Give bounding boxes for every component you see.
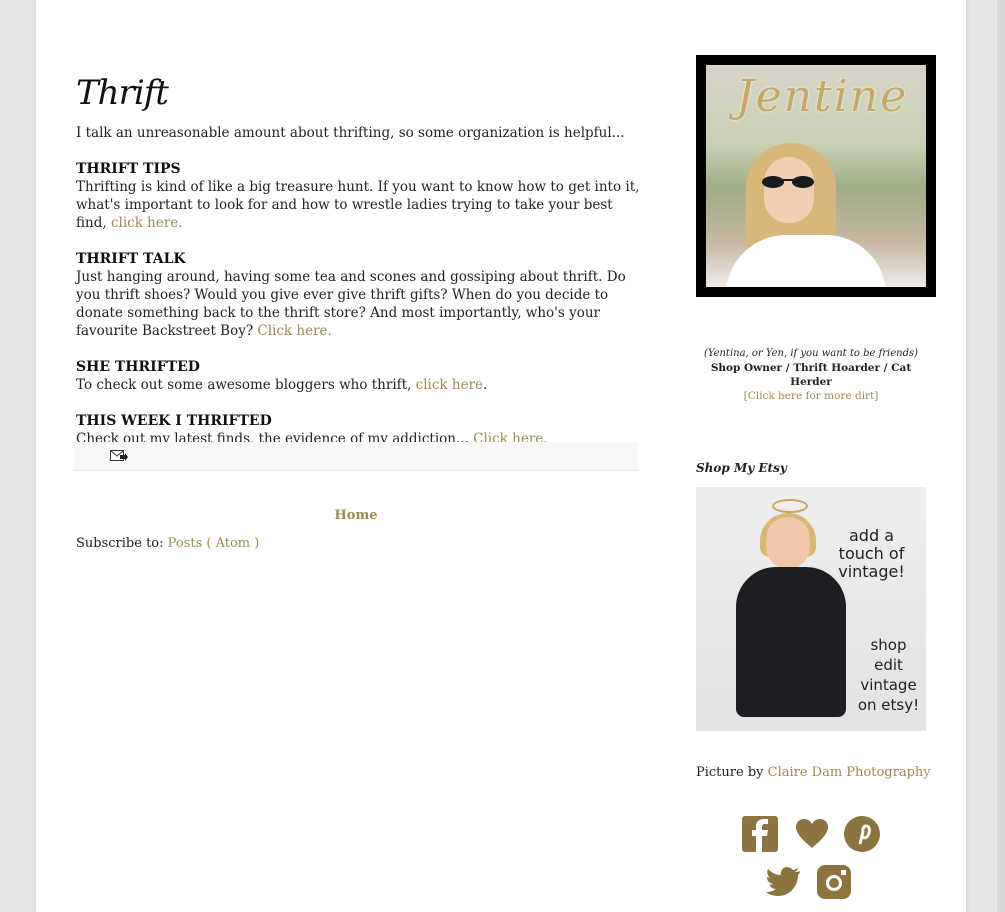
photographer-link[interactable]: Claire Dam Photography	[768, 765, 931, 780]
section-heading: THRIFT TIPS	[76, 161, 181, 177]
subscribe-label: Subscribe to:	[76, 536, 168, 551]
etsy-tagline: add a touch of vintage!	[838, 526, 905, 581]
sidebar: Jentine (Yentina, or Yen, if you want to…	[696, 55, 938, 780]
profile-roles: Shop Owner / Thrift Hoarder / Cat Herder	[710, 362, 912, 388]
profile-caption: (Yentina, or Yen, if you want to be frie…	[696, 347, 926, 403]
section-body: Just hanging around, having some tea and…	[76, 269, 626, 339]
instagram-icon[interactable]	[814, 862, 854, 902]
subscribe-line: Subscribe to: Posts ( Atom )	[76, 536, 259, 551]
photo-credit: Picture by Claire Dam Photography	[696, 765, 938, 780]
thrift-talk-link[interactable]: Click here.	[257, 323, 331, 339]
post-body: Thrift I talk an unreasonable amount abo…	[76, 70, 641, 466]
profile-signature: Jentine	[736, 71, 909, 122]
section-text: Just hanging around, having some tea and…	[76, 268, 641, 340]
home-link-wrap: Home	[74, 508, 638, 523]
twitter-icon[interactable]	[764, 862, 804, 902]
section-heading: SHE THRIFTED	[76, 359, 200, 375]
section-after: .	[483, 377, 488, 393]
home-link[interactable]: Home	[335, 508, 378, 523]
email-post-icon[interactable]	[110, 450, 128, 463]
model-head	[766, 517, 810, 569]
subscribe-atom-link[interactable]: Posts ( Atom )	[168, 536, 260, 551]
vintage-coat	[736, 567, 846, 717]
section-thrift-talk: THRIFT TALK Just hanging around, having …	[76, 250, 641, 340]
etsy-shop-banner[interactable]: add a touch of vintage! shop edit vintag…	[696, 487, 926, 731]
more-dirt-link[interactable]: [Click here for more dirt]	[744, 390, 879, 402]
post-footer	[74, 442, 638, 471]
section-text: Thrifting is kind of like a big treasure…	[76, 178, 641, 232]
section-heading: THIS WEEK I THRIFTED	[76, 413, 272, 429]
scrollbar[interactable]	[997, 0, 1005, 912]
etsy-widget-title: Shop My Etsy	[696, 461, 787, 475]
profile-photo: Jentine	[706, 65, 926, 287]
bloglovin-heart-icon[interactable]	[792, 814, 832, 854]
she-thrifted-link[interactable]: click here	[416, 377, 483, 393]
credit-label: Picture by	[696, 765, 768, 780]
section-body: To check out some awesome bloggers who t…	[76, 377, 416, 393]
facebook-icon[interactable]	[740, 814, 780, 854]
intro-text: I talk an unreasonable amount about thri…	[76, 125, 625, 141]
profile-nickname: (Yentina, or Yen, if you want to be frie…	[703, 348, 919, 359]
halo-shape	[772, 499, 808, 513]
section-she-thrifted: SHE THRIFTED To check out some awesome b…	[76, 358, 641, 394]
etsy-shop-text: shop edit vintage on etsy!	[857, 636, 920, 714]
profile-face	[764, 157, 814, 223]
profile-image[interactable]: Jentine	[696, 55, 936, 297]
sunglasses-shape	[762, 176, 814, 188]
section-heading: THRIFT TALK	[76, 251, 186, 267]
section-text: To check out some awesome bloggers who t…	[76, 376, 641, 394]
thrift-tips-link[interactable]: click here.	[111, 215, 183, 231]
pinterest-icon[interactable]	[842, 814, 882, 854]
page-title: Thrift	[76, 73, 169, 113]
section-thrift-tips: THRIFT TIPS Thrifting is kind of like a …	[76, 160, 641, 232]
